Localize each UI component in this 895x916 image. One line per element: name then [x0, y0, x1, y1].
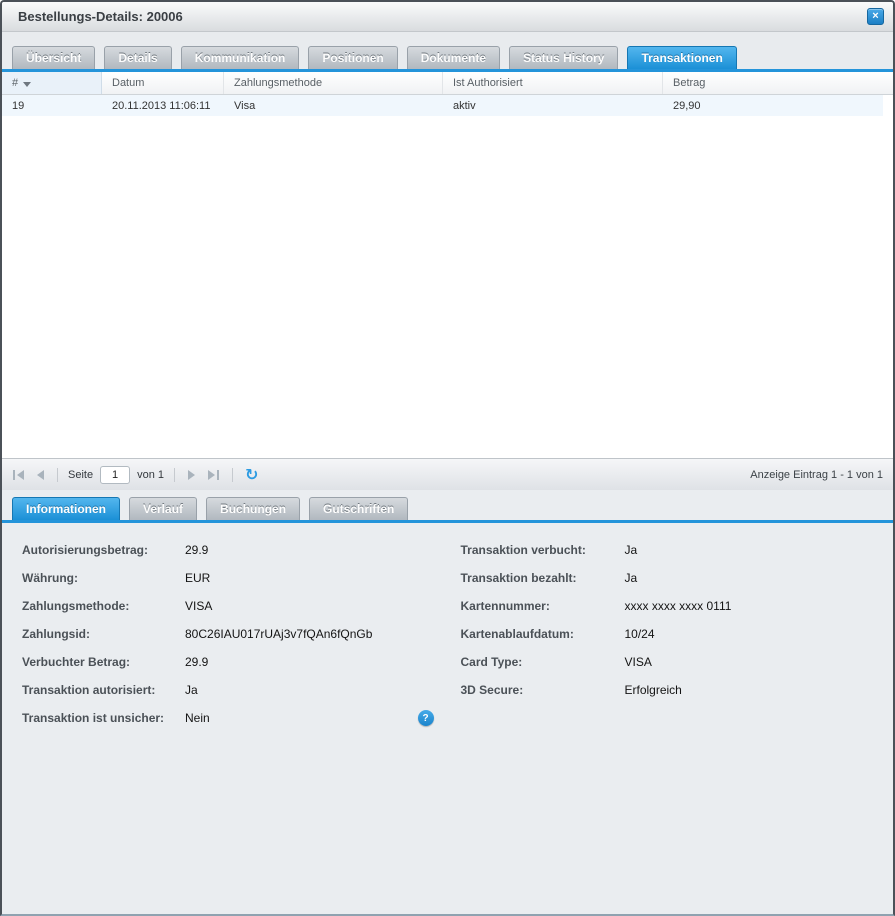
cell-id: 19	[2, 95, 102, 116]
field-transaktion-autorisiert: Transaktion autorisiert: Ja	[2, 676, 448, 704]
order-details-window: Bestellungs-Details: 20006 × Übersicht D…	[0, 0, 895, 916]
form-column-left: Autorisierungsbetrag: 29.9 Währung: EUR …	[2, 536, 448, 732]
field-verbuchter-betrag: Verbuchter Betrag: 29.9	[2, 648, 448, 676]
tab-kommunikation[interactable]: Kommunikation	[181, 46, 300, 69]
field-transaktion-bezahlt: Transaktion bezahlt: Ja	[448, 564, 894, 592]
tab-positionen[interactable]: Positionen	[308, 46, 397, 69]
tab-informationen[interactable]: Informationen	[12, 497, 120, 520]
first-page-button[interactable]	[10, 467, 27, 483]
toolbar-separator	[232, 468, 233, 482]
tab-details[interactable]: Details	[104, 46, 171, 69]
sort-desc-icon	[23, 82, 31, 87]
field-zahlungsid: Zahlungsid: 80C26IAU017rUAj3v7fQAn6fQnGb	[2, 620, 448, 648]
cell-zahlungsmethode: Visa	[224, 95, 443, 116]
detail-tabs: Informationen Verlauf Buchungen Gutschri…	[2, 490, 893, 523]
toolbar-separator	[57, 468, 58, 482]
help-icon[interactable]: ?	[418, 710, 434, 726]
prev-page-button[interactable]	[34, 467, 47, 483]
tab-status-history[interactable]: Status History	[509, 46, 618, 69]
cell-ist-authorisiert: aktiv	[443, 95, 663, 116]
field-autorisierungsbetrag: Autorisierungsbetrag: 29.9	[2, 536, 448, 564]
field-transaktion-verbucht: Transaktion verbucht: Ja	[448, 536, 894, 564]
grid-header: # Datum Zahlungsmethode Ist Authorisiert…	[2, 72, 893, 95]
next-page-button[interactable]	[185, 467, 198, 483]
field-transaktion-ist-unsicher: Transaktion ist unsicher: Nein ?	[2, 704, 448, 732]
field-zahlungsmethode: Zahlungsmethode: VISA	[2, 592, 448, 620]
grid-empty-area	[2, 116, 893, 458]
column-header-datum[interactable]: Datum	[102, 72, 224, 94]
tab-verlauf[interactable]: Verlauf	[129, 497, 197, 520]
pagination-toolbar: Seite von 1 ↻ Anzeige Eintrag 1 - 1 von …	[2, 458, 893, 490]
display-count: Anzeige Eintrag 1 - 1 von 1	[750, 469, 883, 481]
tab-gutschriften[interactable]: Gutschriften	[309, 497, 408, 520]
information-form: Autorisierungsbetrag: 29.9 Währung: EUR …	[2, 523, 893, 732]
form-column-right: Transaktion verbucht: Ja Transaktion bez…	[448, 536, 894, 732]
field-waehrung: Währung: EUR	[2, 564, 448, 592]
page-label: Seite	[68, 469, 93, 481]
close-button[interactable]: ×	[867, 8, 884, 25]
page-of-label: von 1	[137, 469, 164, 481]
close-icon: ×	[872, 11, 878, 22]
cell-betrag: 29,90	[663, 95, 883, 116]
tab-dokumente[interactable]: Dokumente	[407, 46, 500, 69]
transaction-detail-panel: Informationen Verlauf Buchungen Gutschri…	[2, 490, 893, 914]
first-page-icon	[13, 470, 15, 480]
column-header-ist-authorisiert[interactable]: Ist Authorisiert	[443, 72, 663, 94]
refresh-icon: ↻	[245, 465, 258, 484]
order-tabs: Übersicht Details Kommunikation Position…	[2, 32, 893, 72]
column-header-id[interactable]: #	[2, 72, 102, 94]
field-3d-secure: 3D Secure: Erfolgreich	[448, 676, 894, 704]
cell-datum: 20.11.2013 11:06:11	[102, 95, 224, 116]
tab-transaktionen[interactable]: Transaktionen	[627, 46, 736, 69]
tab-buchungen[interactable]: Buchungen	[206, 497, 300, 520]
tab-uebersicht[interactable]: Übersicht	[12, 46, 95, 69]
column-header-betrag[interactable]: Betrag	[663, 72, 893, 94]
toolbar-separator	[174, 468, 175, 482]
field-kartenablaufdatum: Kartenablaufdatum: 10/24	[448, 620, 894, 648]
last-page-button[interactable]	[205, 467, 222, 483]
column-header-zahlungsmethode[interactable]: Zahlungsmethode	[224, 72, 443, 94]
field-card-type: Card Type: VISA	[448, 648, 894, 676]
refresh-button[interactable]: ↻	[245, 467, 258, 483]
transactions-grid: # Datum Zahlungsmethode Ist Authorisiert…	[2, 72, 893, 458]
window-titlebar: Bestellungs-Details: 20006 ×	[2, 2, 893, 32]
field-kartennummer: Kartennummer: xxxx xxxx xxxx 0111	[448, 592, 894, 620]
last-page-icon	[208, 470, 215, 480]
table-row[interactable]: 19 20.11.2013 11:06:11 Visa aktiv 29,90	[2, 95, 883, 116]
next-page-icon	[188, 470, 195, 480]
prev-page-icon	[37, 470, 44, 480]
window-title: Bestellungs-Details: 20006	[18, 9, 183, 24]
page-input[interactable]	[100, 466, 130, 484]
